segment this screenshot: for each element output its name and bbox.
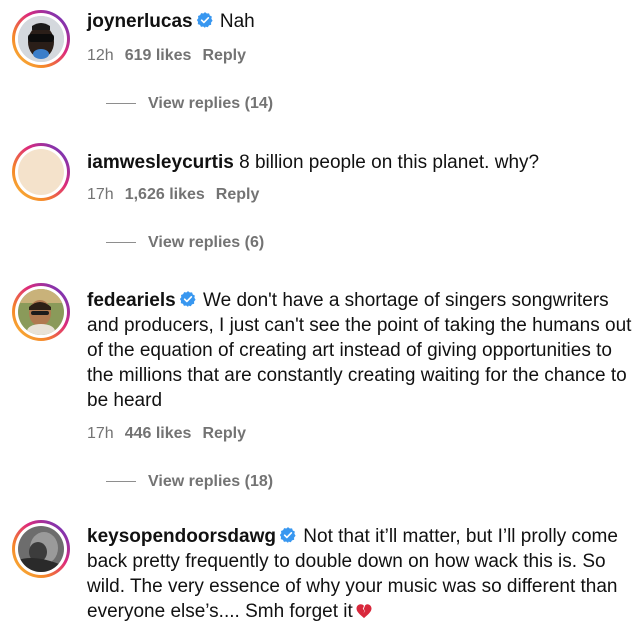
comment-time: 17h (87, 425, 114, 442)
reply-button[interactable]: Reply (216, 186, 260, 203)
avatar[interactable] (12, 520, 70, 578)
likes-count[interactable]: 619 likes (125, 47, 192, 64)
view-replies-label: View replies (6) (148, 234, 265, 251)
divider-line (106, 242, 136, 244)
likes-count[interactable]: 1,626 likes (125, 186, 205, 203)
avatar[interactable] (12, 143, 70, 201)
likes-count[interactable]: 446 likes (125, 425, 192, 442)
view-replies-label: View replies (18) (148, 473, 274, 490)
divider-line (106, 103, 136, 105)
divider-line (106, 481, 136, 483)
avatar[interactable] (12, 10, 70, 68)
view-replies-label: View replies (14) (148, 95, 274, 112)
verified-badge-icon (279, 526, 297, 544)
avatar-image (18, 149, 64, 195)
verified-badge-icon (196, 11, 214, 29)
avatar-image (18, 16, 64, 62)
view-replies-button[interactable]: View replies (6) (106, 234, 264, 252)
view-replies-button[interactable]: View replies (14) (106, 95, 273, 113)
comment-time: 12h (87, 47, 114, 64)
comment-text: Nah (219, 11, 255, 32)
username[interactable]: iamwesleycurtis (87, 152, 234, 173)
view-replies-button[interactable]: View replies (18) (106, 473, 273, 491)
avatar[interactable] (12, 283, 70, 341)
reply-button[interactable]: Reply (202, 425, 246, 442)
avatar-image (18, 526, 64, 572)
broken-heart-icon (356, 604, 372, 619)
reply-button[interactable]: Reply (202, 47, 246, 64)
verified-badge-icon (179, 290, 197, 308)
username[interactable]: joynerlucas (87, 11, 193, 32)
avatar-image (18, 289, 64, 335)
username[interactable]: fedeariels (87, 290, 176, 311)
comment-time: 17h (87, 186, 114, 203)
comment-text: 8 billion people on this planet. why? (239, 152, 540, 173)
username[interactable]: keysopendoorsdawg (87, 526, 276, 547)
